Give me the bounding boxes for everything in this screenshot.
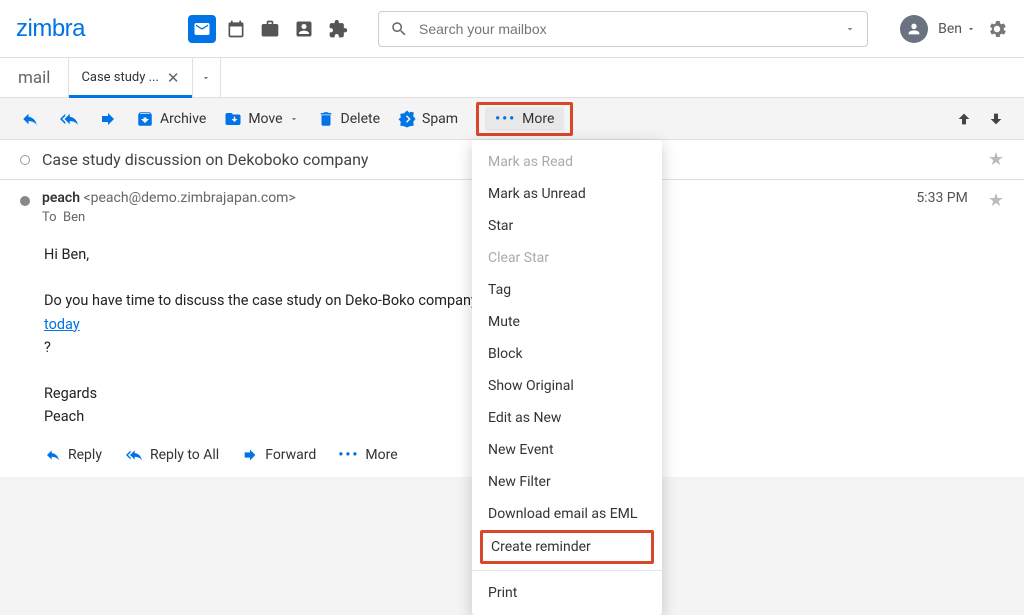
spam-icon [398, 110, 416, 128]
forward-action[interactable]: Forward [241, 447, 316, 463]
spam-button[interactable]: Spam [398, 110, 458, 128]
message-star-icon[interactable]: ★ [988, 190, 1004, 211]
dropdown-item-star[interactable]: Star [472, 210, 662, 242]
reply-action[interactable]: Reply [44, 447, 102, 463]
dropdown-item-clear-star: Clear Star [472, 242, 662, 274]
user-menu: Ben [900, 15, 1008, 43]
dropdown-item-create-reminder[interactable]: Create reminder [480, 530, 654, 564]
dropdown-item-tag[interactable]: Tag [472, 274, 662, 306]
unread-dot-icon [20, 196, 30, 206]
tabs-dropdown-icon[interactable] [193, 58, 221, 97]
message-time: 5:33 PM [916, 190, 968, 206]
delete-label: Delete [341, 111, 380, 127]
more-label: More [365, 447, 397, 463]
archive-label: Archive [160, 111, 206, 127]
from-email: <peach@demo.zimbrajapan.com> [84, 190, 296, 206]
chevron-down-icon [289, 114, 299, 124]
mail-vertical-label[interactable]: mail [0, 58, 69, 97]
trash-icon [317, 110, 335, 128]
more-button[interactable]: ••• More [485, 107, 564, 131]
app-switcher: 29 [188, 15, 352, 43]
search-icon [390, 20, 408, 38]
move-button[interactable]: Move [224, 110, 298, 128]
reply-all-icon [124, 447, 144, 463]
more-button-highlight: ••• More [476, 102, 573, 136]
delete-button[interactable]: Delete [317, 110, 380, 128]
dropdown-item-print[interactable]: Print [472, 577, 662, 609]
search-input[interactable] [378, 11, 868, 47]
to-label: To [42, 210, 57, 225]
tab-label: Case study ... [81, 70, 158, 85]
forward-icon[interactable] [98, 110, 118, 128]
dropdown-item-mute[interactable]: Mute [472, 306, 662, 338]
calendar-app-icon[interactable]: 29 [222, 15, 250, 43]
dropdown-item-download-email-as-eml[interactable]: Download email as EML [472, 498, 662, 530]
reply-all-icon[interactable] [58, 110, 80, 128]
spam-label: Spam [422, 111, 458, 127]
dropdown-item-show-original[interactable]: Show Original [472, 370, 662, 402]
forward-icon [241, 447, 259, 463]
search-container [378, 11, 868, 47]
dropdown-item-mark-as-unread[interactable]: Mark as Unread [472, 178, 662, 210]
dropdown-item-new-filter[interactable]: New Filter [472, 466, 662, 498]
user-name-label: Ben [938, 21, 962, 37]
caret-down-icon [966, 24, 976, 34]
dropdown-separator [472, 570, 662, 571]
dropdown-item-mark-as-read: Mark as Read [472, 146, 662, 178]
tab-case-study[interactable]: Case study ... ✕ [69, 58, 192, 97]
settings-gear-icon[interactable] [986, 18, 1008, 40]
reply-label: Reply [68, 447, 102, 463]
from-name: peach [42, 190, 80, 206]
archive-button[interactable]: Archive [136, 110, 206, 128]
extension-app-icon[interactable] [324, 15, 352, 43]
forward-label: Forward [265, 447, 316, 463]
contacts-app-icon[interactable] [290, 15, 318, 43]
zimbra-logo[interactable]: zimbra [16, 16, 156, 42]
dropdown-item-new-event[interactable]: New Event [472, 434, 662, 466]
more-label: More [522, 111, 554, 127]
arrow-down-icon[interactable] [988, 111, 1004, 127]
body-link-today[interactable]: today [44, 316, 80, 333]
dropdown-item-block[interactable]: Block [472, 338, 662, 370]
dropdown-item-edit-as-new[interactable]: Edit as New [472, 402, 662, 434]
to-name: Ben [63, 210, 85, 225]
avatar[interactable] [900, 15, 928, 43]
reply-icon [44, 447, 62, 463]
star-icon[interactable]: ★ [988, 149, 1004, 170]
message-toolbar: Archive Move Delete Spam ••• More [0, 98, 1024, 140]
reply-all-label: Reply to All [150, 447, 219, 463]
toolbar-right [956, 111, 1004, 127]
arrow-up-icon[interactable] [956, 111, 972, 127]
move-icon [224, 110, 242, 128]
svg-text:29: 29 [232, 28, 240, 36]
tabs-row: mail Case study ... ✕ [0, 58, 1024, 98]
tab-close-icon[interactable]: ✕ [167, 69, 180, 87]
svg-text:zimbra: zimbra [16, 16, 86, 42]
app-header: zimbra 29 Ben [0, 0, 1024, 58]
user-name-dropdown[interactable]: Ben [938, 21, 976, 37]
reply-all-action[interactable]: Reply to All [124, 447, 219, 463]
mail-app-icon[interactable] [188, 15, 216, 43]
more-dropdown-menu: Mark as ReadMark as UnreadStarClear Star… [472, 140, 662, 615]
read-status-dot[interactable] [20, 155, 30, 165]
more-action[interactable]: ••• More [338, 447, 397, 463]
archive-icon [136, 110, 154, 128]
more-dots-icon: ••• [338, 447, 359, 463]
briefcase-app-icon[interactable] [256, 15, 284, 43]
more-dots-icon: ••• [495, 111, 516, 127]
search-dropdown-icon[interactable] [844, 23, 856, 35]
move-label: Move [248, 111, 282, 127]
reply-icon[interactable] [20, 110, 40, 128]
